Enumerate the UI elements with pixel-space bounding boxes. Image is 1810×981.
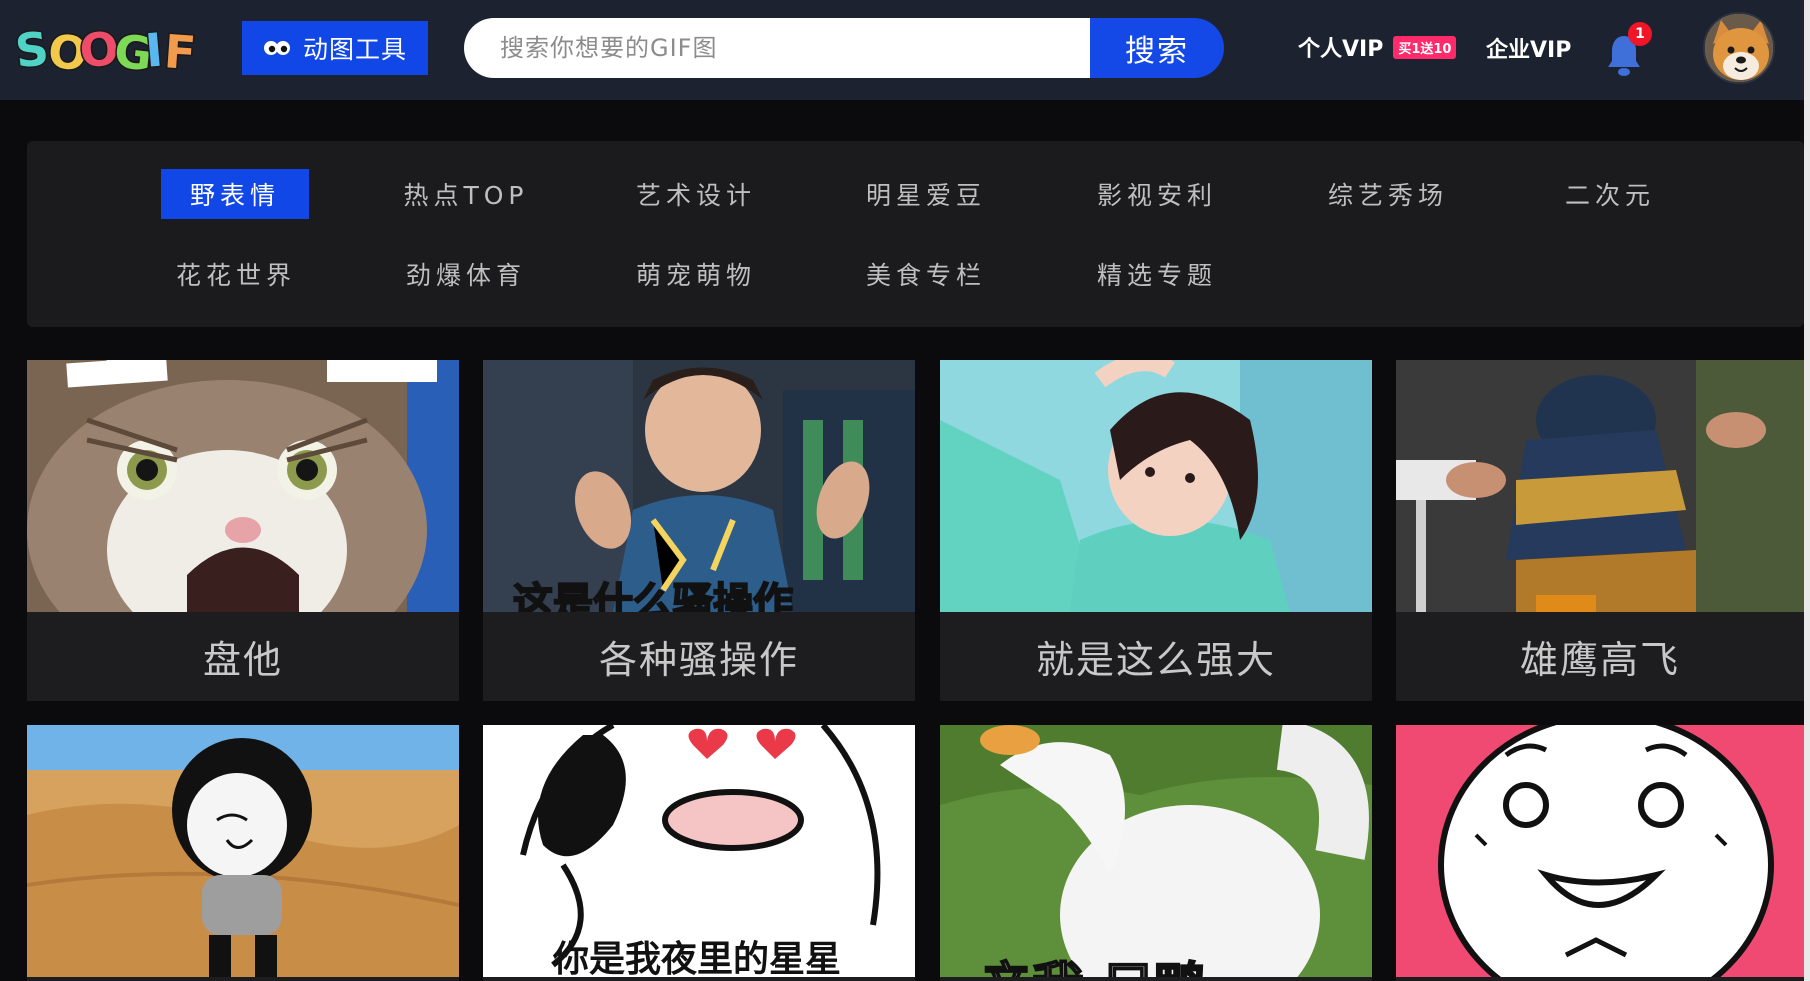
soogif-logo[interactable]: S O O G I F xyxy=(16,16,198,78)
gif-card-title: 盘他 xyxy=(202,638,283,682)
category-food[interactable]: 美食专栏 xyxy=(851,249,1001,299)
category-sports[interactable]: 劲爆体育 xyxy=(391,249,541,299)
svg-text:F: F xyxy=(162,24,197,78)
category-celebrities[interactable]: 明星爱豆 xyxy=(851,169,1001,219)
personal-vip-label: 个人VIP xyxy=(1298,37,1384,62)
user-avatar[interactable] xyxy=(1703,12,1775,84)
category-variety-show[interactable]: 综艺秀场 xyxy=(1313,169,1463,219)
gif-overlay-caption: 你是我夜里的星星 xyxy=(553,939,842,977)
gif-tools-button[interactable]: 动图工具 xyxy=(242,21,428,75)
gif-card[interactable]: 辛我 只鸭 xyxy=(940,725,1372,981)
dancing-girl-image xyxy=(940,360,1372,612)
gif-thumbnail-duck[interactable]: 辛我 只鸭 xyxy=(940,725,1372,977)
gif-card-title: 各种骚操作 xyxy=(598,638,799,682)
category-art-design[interactable]: 艺术设计 xyxy=(621,169,771,219)
personal-vip-link[interactable]: 个人VIP 买1送10 xyxy=(1298,32,1457,62)
gif-thumbnail-girl[interactable] xyxy=(940,360,1372,612)
surprised-cat-image xyxy=(27,360,459,612)
search-input[interactable] xyxy=(464,18,1090,78)
page-scrollbar[interactable] xyxy=(1804,0,1810,981)
gif-thumbnail-dance[interactable] xyxy=(1396,360,1804,612)
gif-card[interactable]: 雄鹰高飞 xyxy=(1396,360,1804,701)
gif-tools-label: 动图工具 xyxy=(302,35,407,64)
shiba-dog-avatar xyxy=(1705,14,1773,82)
gif-card[interactable] xyxy=(27,725,459,981)
search-button[interactable]: 搜索 xyxy=(1090,18,1224,78)
smiling-face-image xyxy=(1396,725,1804,977)
gif-thumbnail-desert[interactable] xyxy=(27,725,459,977)
category-featured-topics[interactable]: 精选专题 xyxy=(1082,249,1232,299)
category-wild-emoji[interactable]: 野表情 xyxy=(161,169,309,219)
search-bar: 搜索 xyxy=(464,18,1224,78)
gif-card[interactable]: 这是什么骚操作 各种骚操作 xyxy=(483,360,915,701)
category-anime[interactable]: 二次元 xyxy=(1545,169,1675,219)
gif-card-title: 就是这么强大 xyxy=(1035,638,1276,682)
gif-thumbnail-stars[interactable]: 你是我夜里的星星 xyxy=(483,725,915,977)
vip-promo-badge: 买1送10 xyxy=(1393,35,1457,59)
category-panel: 野表情 热点TOP 艺术设计 明星爱豆 影视安利 综艺秀场 二次元 花花世界 劲… xyxy=(27,141,1804,327)
svg-text:I: I xyxy=(143,23,165,78)
gif-thumbnail-show[interactable]: 这是什么骚操作 xyxy=(483,360,915,612)
gif-overlay-caption: 这是什么骚操作 xyxy=(512,579,794,612)
notifications-button[interactable]: 1 xyxy=(1606,22,1652,76)
category-pets[interactable]: 萌宠萌物 xyxy=(621,249,771,299)
meme-boy-desert-image xyxy=(27,725,459,977)
category-film-tv[interactable]: 影视安利 xyxy=(1082,169,1232,219)
white-duck-image xyxy=(940,725,1372,977)
gif-card[interactable]: 就是这么强大 xyxy=(940,360,1372,701)
gif-thumbnail-smile[interactable] xyxy=(1396,725,1804,977)
top-header: S O O G I F 动图工具 搜索 个人VIP 买1送10 企业VIP 1 xyxy=(0,0,1810,100)
category-hot-top[interactable]: 热点TOP xyxy=(381,169,551,219)
gif-overlay-caption: 辛我 只鸭 xyxy=(979,945,1207,977)
gif-card-title: 雄鹰高飞 xyxy=(1519,638,1680,682)
gif-card[interactable]: 你是我夜里的星星 xyxy=(483,725,915,981)
notification-count-badge: 1 xyxy=(1628,22,1652,46)
category-flowers[interactable]: 花花世界 xyxy=(161,249,311,299)
gif-thumbnail-cat[interactable] xyxy=(27,360,459,612)
enterprise-vip-link[interactable]: 企业VIP xyxy=(1486,32,1571,64)
dancing-man-image xyxy=(1396,360,1804,612)
gif-card[interactable]: 盘他 xyxy=(27,360,459,701)
gif-card[interactable] xyxy=(1396,725,1804,981)
eyes-icon xyxy=(263,41,290,55)
